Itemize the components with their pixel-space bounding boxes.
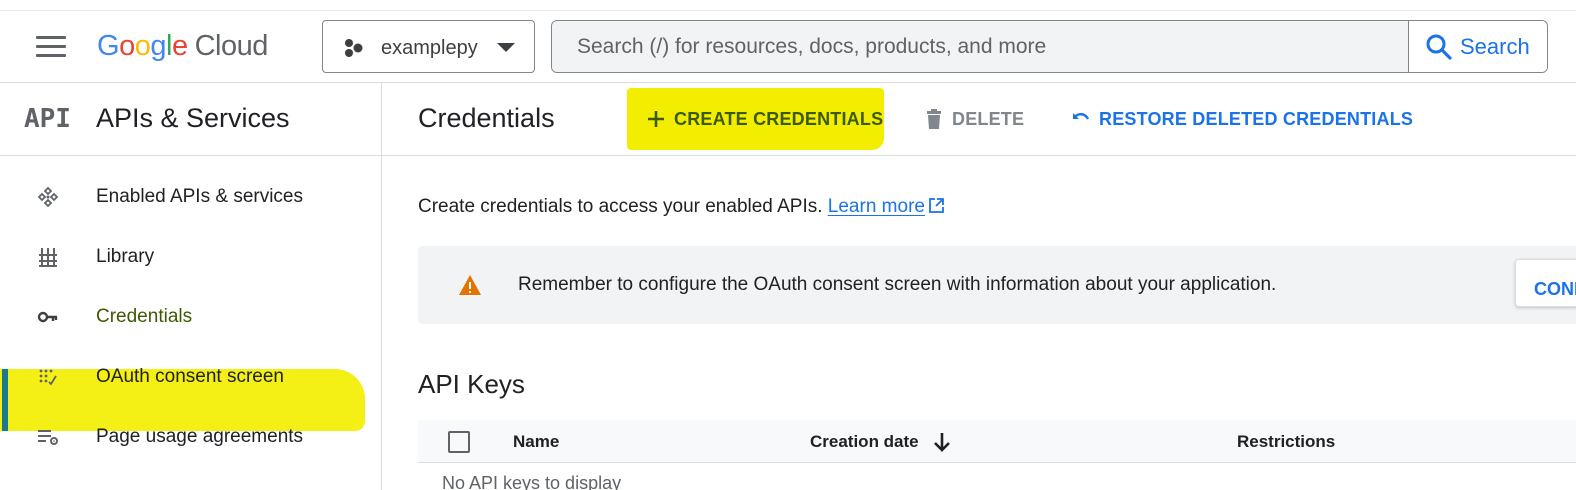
intro-message: Create credentials to access your enable… [418,196,823,217]
sidebar: API APIs & Services Enabled APIs & servi… [0,83,382,490]
configure-consent-screen-button[interactable]: CONFIGURE CONSENT SCREEN [1515,259,1576,307]
library-icon [39,248,57,267]
api-keys-heading: API Keys [418,369,525,399]
project-picker-button[interactable]: examplepy [322,20,535,73]
project-name: examplepy [381,37,478,59]
banner-message: Remember to configure the OAuth consent … [518,274,1277,295]
sidebar-item-library[interactable]: Library [0,228,381,286]
menu-icon[interactable] [36,36,66,58]
chevron-down-icon [497,43,515,52]
create-credentials-button[interactable]: CREATE CREDENTIALS [645,103,883,135]
main-content: Credentials CREATE CREDENTIALS DELETE RE… [382,83,1576,490]
sidebar-item-oauth-consent[interactable]: OAuth consent screen [0,348,381,406]
table-header: Name Creation date Restrictions [418,420,1576,463]
sidebar-item-label: Enabled APIs & services [96,186,303,207]
sort-arrow-down-icon [934,433,950,452]
empty-table-message: No API keys to display [442,473,622,490]
plus-icon [648,111,664,127]
column-header-label: Creation date [810,432,919,451]
column-header-name[interactable]: Name [513,432,559,452]
google-cloud-logo[interactable]: Google Cloud [97,29,268,63]
settings-list-icon [38,430,58,445]
sidebar-item-credentials[interactable]: Credentials [0,288,381,346]
sidebar-item-enabled-apis[interactable]: Enabled APIs & services [0,168,381,226]
column-header-creation-date[interactable]: Creation date [810,432,950,452]
sidebar-header: API APIs & Services [0,83,381,156]
project-hexagons-icon [345,39,363,57]
top-bar: Google Cloud examplepy Search [0,0,1576,83]
learn-more-label: Learn more [827,196,925,217]
api-nodes-icon [37,186,59,208]
sidebar-item-page-usage[interactable]: Page usage agreements [0,408,381,466]
sidebar-item-label: OAuth consent screen [96,366,284,387]
page-title: Credentials [418,103,555,133]
restore-deleted-credentials-button[interactable]: RESTORE DELETED CREDENTIALS [1070,103,1413,135]
delete-button[interactable]: DELETE [923,103,1024,135]
create-credentials-label: CREATE CREDENTIALS [674,108,884,129]
top-divider [0,10,1576,11]
search-icon [1426,34,1452,60]
oauth-warning-banner: Remember to configure the OAuth consent … [418,246,1576,324]
api-logo-icon: API [24,104,71,134]
external-link-icon[interactable] [928,197,945,214]
search-button[interactable]: Search [1409,21,1547,72]
page-toolbar: Credentials CREATE CREDENTIALS DELETE RE… [382,83,1576,156]
search-button-label: Search [1460,34,1530,59]
restore-label: RESTORE DELETED CREDENTIALS [1099,108,1414,129]
trash-icon [927,109,941,129]
search-input[interactable] [552,21,1409,72]
undo-icon [1073,113,1090,120]
sidebar-item-label: Library [96,246,155,267]
key-icon [37,311,58,323]
column-header-restrictions[interactable]: Restrictions [1237,432,1335,452]
sidebar-title: APIs & Services [96,103,290,133]
intro-text: Create credentials to access your enable… [418,196,945,218]
sidebar-item-label: Page usage agreements [96,426,304,447]
learn-more-link[interactable]: Learn more [828,196,925,217]
select-all-checkbox[interactable] [448,431,470,453]
logo-product-name: Cloud [194,30,269,62]
warning-icon [459,275,481,295]
oauth-dots-icon [39,369,57,386]
delete-label: DELETE [952,108,1025,129]
sidebar-item-label: Credentials [96,306,193,327]
search-bar: Search [551,20,1548,73]
